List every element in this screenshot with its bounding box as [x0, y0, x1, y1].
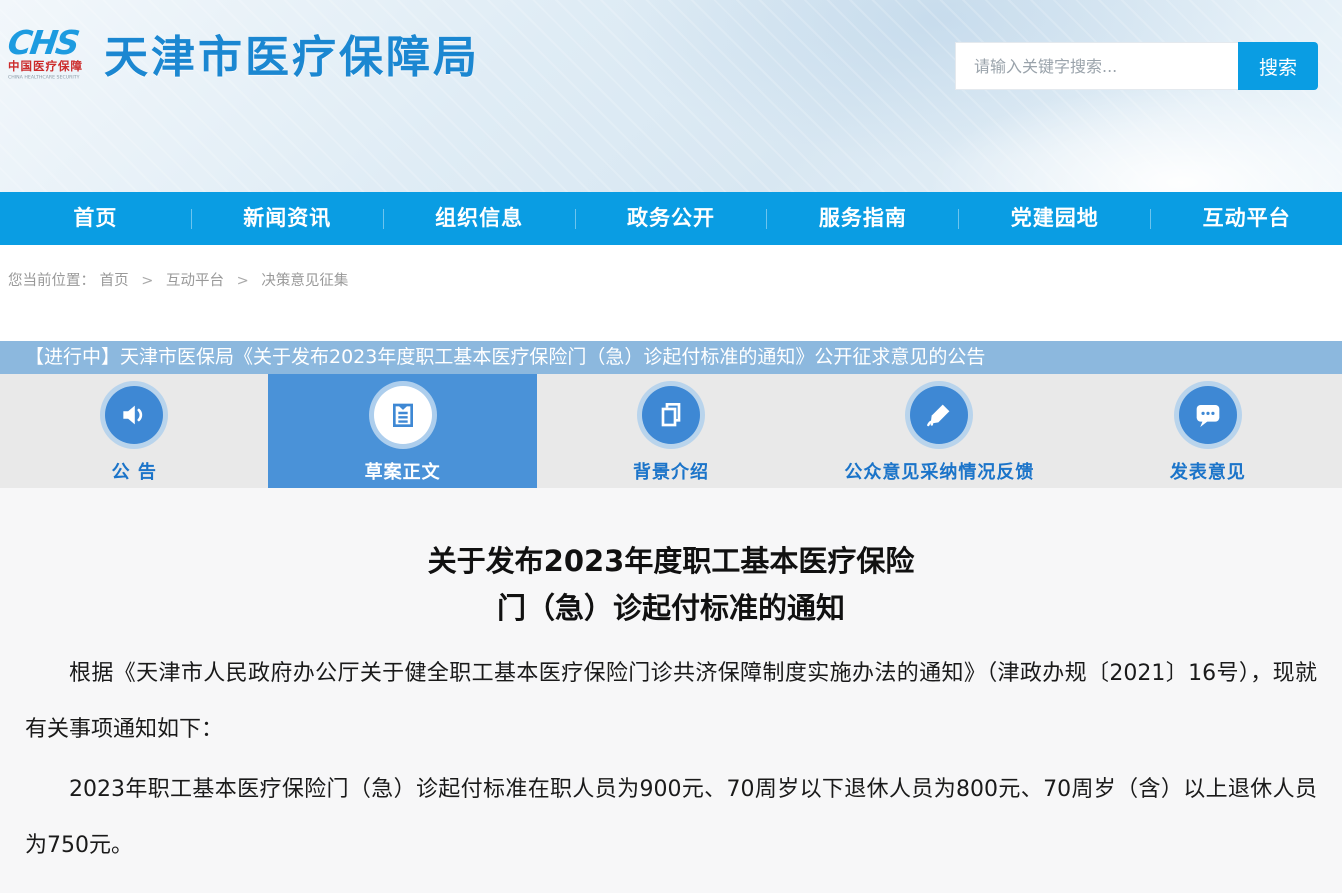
- breadcrumb-prefix: 您当前位置：: [8, 273, 95, 289]
- breadcrumb-separator: >: [141, 273, 153, 289]
- search-button[interactable]: 搜索: [1238, 42, 1318, 90]
- copy-icon: [642, 386, 700, 444]
- article-title-line1: 关于发布2023年度职工基本医疗保险: [25, 538, 1317, 585]
- nav-item-home[interactable]: 首页: [0, 192, 191, 245]
- breadcrumb: 您当前位置： 首页 > 互动平台 > 决策意见征集: [0, 245, 1342, 341]
- pen-icon: [910, 386, 968, 444]
- notice-banner: 【进行中】天津市医保局《关于发布2023年度职工基本医疗保险门（急）诊起付标准的…: [0, 341, 1342, 374]
- breadcrumb-link-home[interactable]: 首页: [100, 273, 129, 289]
- nav-item-service-guide[interactable]: 服务指南: [767, 192, 958, 245]
- chs-logo-icon: CHS 中国医疗保障 CHINA HEALTHCARE SECURITY: [8, 28, 100, 81]
- article-title: 关于发布2023年度职工基本医疗保险 门（急）诊起付标准的通知: [25, 488, 1317, 632]
- tab-post-opinion[interactable]: 发表意见: [1074, 374, 1342, 488]
- breadcrumb-link-opinion-collection[interactable]: 决策意见征集: [261, 273, 348, 289]
- tab-announcement[interactable]: 公 告: [0, 374, 268, 488]
- tab-label: 发表意见: [1170, 458, 1246, 484]
- main-nav: 首页 新闻资讯 组织信息 政务公开 服务指南 党建园地 互动平台: [0, 192, 1342, 245]
- nav-item-gov-affairs[interactable]: 政务公开: [576, 192, 767, 245]
- tab-draft-text[interactable]: 草案正文: [268, 374, 536, 488]
- nav-item-news[interactable]: 新闻资讯: [192, 192, 383, 245]
- nav-item-party-building[interactable]: 党建园地: [959, 192, 1150, 245]
- article-paragraph: 根据《天津市人民政府办公厅关于健全职工基本医疗保险门诊共济保障制度实施办法的通知…: [25, 646, 1317, 758]
- section-tabs: 公 告 草案正文 背景介绍 公众意见采纳情况反馈: [0, 374, 1342, 488]
- nav-item-organization[interactable]: 组织信息: [384, 192, 575, 245]
- tab-background[interactable]: 背景介绍: [537, 374, 805, 488]
- breadcrumb-link-interaction[interactable]: 互动平台: [166, 273, 224, 289]
- nav-item-interaction[interactable]: 互动平台: [1151, 192, 1342, 245]
- tab-label: 背景介绍: [633, 458, 709, 484]
- article-title-line2: 门（急）诊起付标准的通知: [25, 585, 1317, 632]
- tab-feedback[interactable]: 公众意见采纳情况反馈: [805, 374, 1073, 488]
- breadcrumb-separator: >: [237, 273, 249, 289]
- site-title: 天津市医疗保障局: [104, 28, 480, 88]
- site-logo[interactable]: CHS 中国医疗保障 CHINA HEALTHCARE SECURITY 天津市…: [8, 28, 480, 88]
- document-icon: [374, 386, 432, 444]
- speaker-icon: [105, 386, 163, 444]
- tab-label: 公众意见采纳情况反馈: [844, 458, 1034, 484]
- search-input[interactable]: [955, 42, 1238, 90]
- comment-icon: [1179, 386, 1237, 444]
- search-bar: 搜索: [955, 42, 1318, 90]
- tab-label: 草案正文: [365, 458, 441, 484]
- site-header: CHS 中国医疗保障 CHINA HEALTHCARE SECURITY 天津市…: [0, 0, 1342, 192]
- article-content: 关于发布2023年度职工基本医疗保险 门（急）诊起付标准的通知 根据《天津市人民…: [0, 488, 1342, 893]
- tab-label: 公 告: [112, 458, 157, 484]
- article-paragraph: 2023年职工基本医疗保险门（急）诊起付标准在职人员为900元、70周岁以下退休…: [25, 762, 1317, 874]
